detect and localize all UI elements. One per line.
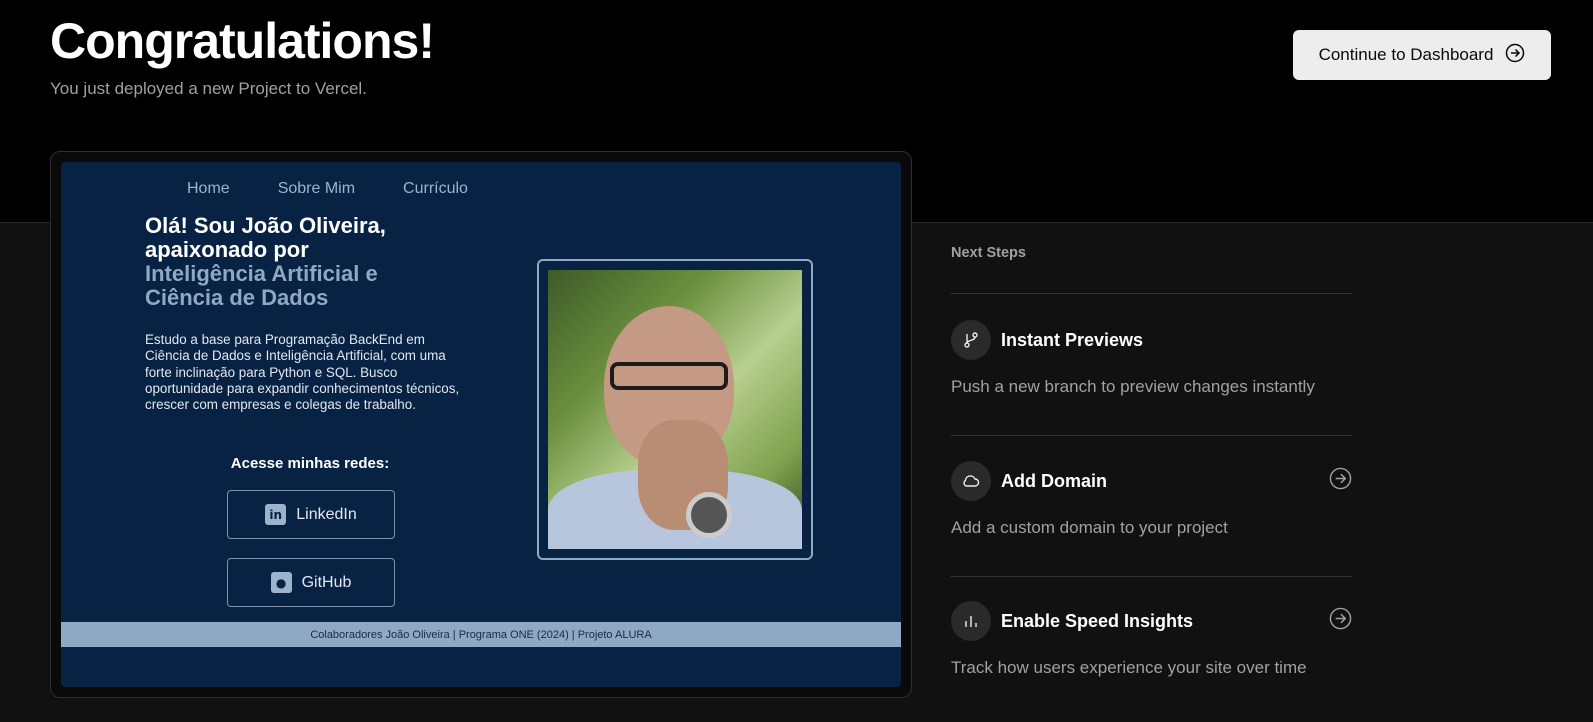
site-nav-curriculo: Currículo — [403, 180, 468, 197]
site-github-button: ● GitHub — [227, 558, 395, 607]
arrow-right-circle-icon[interactable] — [1329, 467, 1352, 495]
site-profile-photo-frame — [537, 259, 813, 560]
site-hero-text: Estudo a base para Programação BackEnd e… — [145, 332, 460, 413]
site-nav: Home Sobre Mim Currículo — [187, 180, 516, 198]
step-enable-speed-insights[interactable]: Enable Speed Insights Track how users ex… — [951, 601, 1352, 678]
site-nav-home: Home — [187, 180, 230, 197]
site-hero-accent: Inteligência Artificial e Ciência de Dad… — [145, 261, 378, 310]
site-footer: Colaboradores João Oliveira | Programa O… — [61, 622, 901, 647]
dashboard-button-label: Continue to Dashboard — [1318, 45, 1494, 64]
site-hero-heading: Olá! Sou João Oliveira, apaixonado por I… — [145, 213, 386, 310]
page-title: Congratulations! — [50, 13, 435, 69]
step-description: Push a new branch to preview changes ins… — [951, 377, 1315, 396]
page-subtitle: You just deployed a new Project to Verce… — [50, 79, 367, 98]
site-linkedin-button: in LinkedIn — [227, 490, 395, 539]
step-label: Add Domain — [1001, 470, 1107, 491]
site-social-heading: Acesse minhas redes: — [230, 455, 390, 472]
site-screenshot: Home Sobre Mim Currículo Olá! Sou João O… — [61, 162, 901, 687]
step-label: Instant Previews — [1001, 329, 1144, 350]
step-add-domain[interactable]: Add Domain Add a custom domain to your p… — [951, 461, 1352, 538]
divider — [951, 293, 1352, 294]
step-description: Add a custom domain to your project — [951, 518, 1228, 537]
step-label: Enable Speed Insights — [1001, 610, 1194, 631]
github-icon: ● — [270, 572, 292, 593]
divider — [951, 576, 1352, 577]
arrow-right-circle-icon[interactable] — [1329, 607, 1352, 635]
site-profile-photo — [548, 270, 802, 549]
git-branch-icon — [951, 320, 991, 360]
arrow-right-circle-icon — [1505, 43, 1525, 68]
bar-chart-icon — [951, 601, 991, 641]
next-steps-title: Next Steps — [951, 245, 1026, 261]
cloud-icon — [951, 461, 991, 501]
step-description: Track how users experience your site ove… — [951, 658, 1307, 677]
deployment-preview[interactable]: Home Sobre Mim Currículo Olá! Sou João O… — [50, 151, 912, 698]
site-nav-sobre-mim: Sobre Mim — [277, 180, 356, 197]
continue-to-dashboard-button[interactable]: Continue to Dashboard — [1293, 30, 1551, 80]
step-instant-previews[interactable]: Instant Previews Push a new branch to pr… — [951, 320, 1352, 397]
linkedin-icon: in — [265, 504, 287, 525]
divider — [951, 435, 1352, 436]
